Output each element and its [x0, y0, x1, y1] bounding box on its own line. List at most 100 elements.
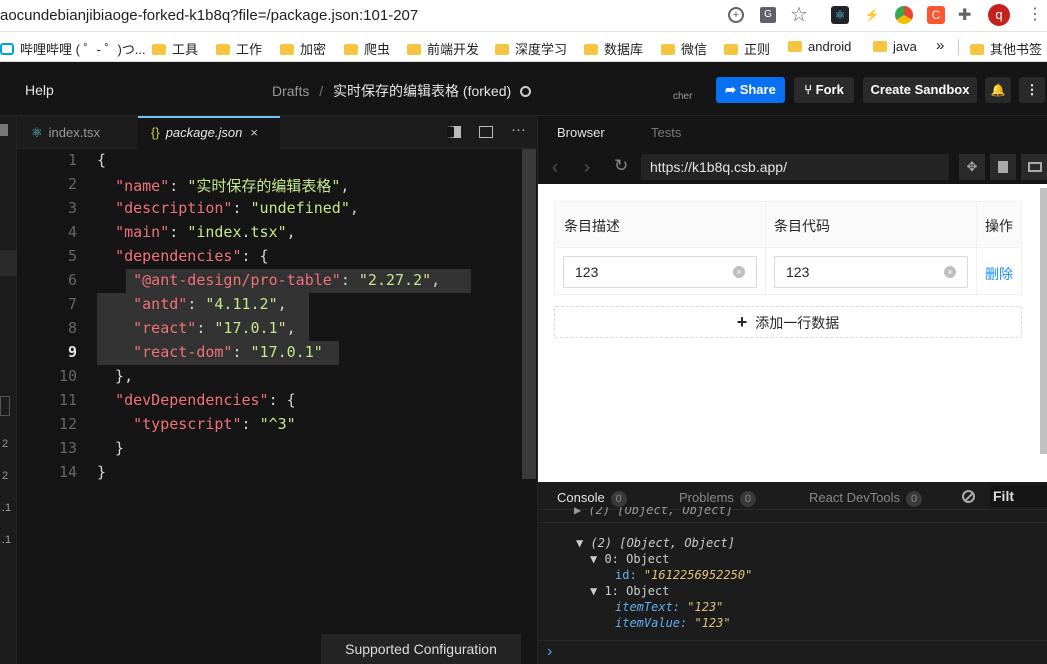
- folder-icon: [724, 44, 738, 55]
- sidebar-icon[interactable]: [0, 124, 8, 136]
- devtools-icon[interactable]: [1021, 154, 1047, 180]
- filter-input[interactable]: Filt: [990, 485, 1047, 507]
- other-bookmarks-folder[interactable]: 其他书签: [970, 39, 1042, 58]
- sidebar-number: 2: [2, 438, 9, 450]
- clear-console-icon[interactable]: [962, 490, 975, 503]
- back-arrow-icon[interactable]: ‹: [552, 157, 558, 178]
- code-line[interactable]: "dependencies": {: [97, 247, 269, 265]
- console-prompt[interactable]: ›: [547, 643, 552, 661]
- bookmark-folder[interactable]: 加密: [280, 39, 326, 58]
- delete-link[interactable]: 删除: [985, 264, 1013, 284]
- translate-icon[interactable]: G: [760, 7, 776, 23]
- bookmark-folder[interactable]: android: [788, 39, 851, 54]
- star-bookmark-icon[interactable]: ☆: [790, 2, 808, 27]
- split-view-icon[interactable]: [447, 126, 461, 138]
- sandbox-title[interactable]: 实时保存的编辑表格 (forked): [333, 83, 511, 99]
- clear-icon[interactable]: ×: [733, 266, 745, 278]
- profile-avatar[interactable]: q: [988, 4, 1010, 26]
- line-number: 1: [67, 151, 77, 169]
- bookmark-folder[interactable]: 深度学习: [495, 39, 567, 58]
- desc-input[interactable]: 123: [563, 256, 757, 288]
- preview-address-input[interactable]: https://k1b8q.csb.app/: [641, 154, 949, 180]
- code-line[interactable]: "description": "undefined",: [97, 199, 359, 217]
- close-tab-icon[interactable]: ×: [250, 125, 258, 140]
- puzzle-extensions-icon[interactable]: ✚: [958, 5, 971, 25]
- tab-index-tsx[interactable]: ⚛ index.tsx: [31, 116, 137, 149]
- refresh-icon[interactable]: ↻: [614, 156, 628, 176]
- column-divider: [765, 202, 766, 294]
- line-number: 5: [67, 247, 77, 265]
- sidebar-item-icon[interactable]: [0, 396, 10, 416]
- editor-more-icon[interactable]: ···: [511, 121, 526, 138]
- add-row-button[interactable]: + 添加一行数据: [554, 306, 1022, 338]
- fork-button[interactable]: ⑂ Fork: [794, 77, 854, 103]
- bookmark-folder[interactable]: 数据库: [584, 39, 643, 58]
- breadcrumb-drafts[interactable]: Drafts: [272, 83, 309, 99]
- console-panel: Console 0 Problems 0 React DevTools 0 Filt …: [538, 482, 1047, 664]
- code-line[interactable]: "react-dom": "17.0.1": [97, 343, 323, 361]
- bilibili-icon: [0, 43, 14, 55]
- avatar[interactable]: cher: [673, 77, 697, 103]
- code-line[interactable]: "antd": "4.11.2",: [97, 295, 287, 313]
- expand-arrow-icon: ▼: [590, 584, 605, 598]
- bookmark-folder[interactable]: 工具: [152, 39, 198, 58]
- clear-icon[interactable]: ×: [944, 266, 956, 278]
- more-menu-icon[interactable]: ⋮: [1019, 77, 1045, 103]
- editable-table: 条目描述 条目代码 操作 123 × 123 × 删除: [554, 201, 1022, 295]
- responsive-icon[interactable]: ✥: [959, 154, 985, 180]
- forward-arrow-icon[interactable]: ›: [584, 157, 590, 178]
- bookmark-folder[interactable]: 前端开发: [407, 39, 479, 58]
- code-line[interactable]: "typescript": "^3": [97, 415, 296, 433]
- zoom-icon[interactable]: +: [728, 7, 744, 23]
- chrome-extension-icon[interactable]: [895, 6, 913, 24]
- code-line[interactable]: }: [97, 463, 106, 481]
- tab-react-devtools[interactable]: React DevTools 0: [809, 490, 923, 507]
- csdn-extension-icon[interactable]: C: [927, 6, 945, 24]
- editor-scrollbar[interactable]: [522, 149, 536, 479]
- log-object-0[interactable]: ▼ 0: Object: [590, 552, 669, 566]
- browser-address-bar: aocundebianjibiaoge-forked-k1b8q?file=/p…: [0, 0, 1047, 32]
- code-line[interactable]: },: [97, 367, 133, 385]
- code-line[interactable]: "main": "index.tsx",: [97, 223, 296, 241]
- code-line[interactable]: "react": "17.0.1",: [97, 319, 296, 337]
- tab-package-json[interactable]: {} package.json ×: [138, 116, 280, 149]
- supported-configuration-bar[interactable]: Supported Configuration: [321, 634, 521, 664]
- bookmark-bilibili[interactable]: 哔哩哔哩 ( ゜- ゜)つ...: [0, 39, 146, 58]
- log-object-1[interactable]: ▼ 1: Object: [590, 584, 669, 598]
- tab-console[interactable]: Console 0: [557, 490, 627, 507]
- menu-item-help[interactable]: Help: [25, 82, 54, 98]
- bookmark-folder[interactable]: 工作: [216, 39, 262, 58]
- bookmark-folder[interactable]: 微信: [661, 39, 707, 58]
- react-file-icon: ⚛: [31, 125, 43, 140]
- bookmark-folder[interactable]: 正则: [724, 39, 770, 58]
- browser-pane: Browser Tests ‹ › ↻ https://k1b8q.csb.ap…: [537, 116, 1047, 664]
- code-line[interactable]: "devDependencies": {: [97, 391, 296, 409]
- log-array-summary[interactable]: ▼ (2) [Object, Object]: [576, 536, 735, 550]
- chrome-menu-icon[interactable]: ⋮: [1027, 4, 1043, 24]
- preview-toggle-icon[interactable]: [479, 126, 493, 138]
- count-badge: 0: [906, 491, 923, 507]
- react-devtools-icon[interactable]: ⚛: [831, 6, 849, 24]
- open-new-window-icon[interactable]: [990, 154, 1016, 180]
- bookmark-folder[interactable]: java: [873, 39, 917, 54]
- code-line[interactable]: {: [97, 151, 106, 169]
- notifications-bell-icon[interactable]: 🔔: [985, 77, 1011, 103]
- more-bookmarks-button[interactable]: »: [936, 37, 944, 54]
- tab-problems[interactable]: Problems 0: [679, 490, 756, 507]
- create-sandbox-button[interactable]: Create Sandbox: [863, 77, 977, 103]
- preview-scrollbar[interactable]: [1040, 188, 1047, 454]
- code-input[interactable]: 123: [774, 256, 968, 288]
- url-text[interactable]: aocundebianjibiaoge-forked-k1b8q?file=/p…: [0, 7, 418, 24]
- code-line[interactable]: }: [97, 439, 124, 457]
- tab-browser[interactable]: Browser: [557, 125, 605, 140]
- tab-tests[interactable]: Tests: [651, 125, 681, 140]
- code-line[interactable]: "@ant-design/pro-table": "2.27.2",: [97, 271, 440, 289]
- line-number: 2: [67, 175, 77, 193]
- folder-icon: [970, 44, 984, 55]
- code-editor: ⚛ index.tsx {} package.json × ··· { "name":…: [17, 116, 537, 664]
- bookmark-folder[interactable]: 爬虫: [344, 39, 390, 58]
- sidebar-highlight: [0, 250, 17, 276]
- code-line[interactable]: "name": "实时保存的编辑表格",: [97, 175, 349, 196]
- extension-icon[interactable]: ⚡: [863, 6, 881, 24]
- share-button[interactable]: ➦ Share: [716, 77, 785, 103]
